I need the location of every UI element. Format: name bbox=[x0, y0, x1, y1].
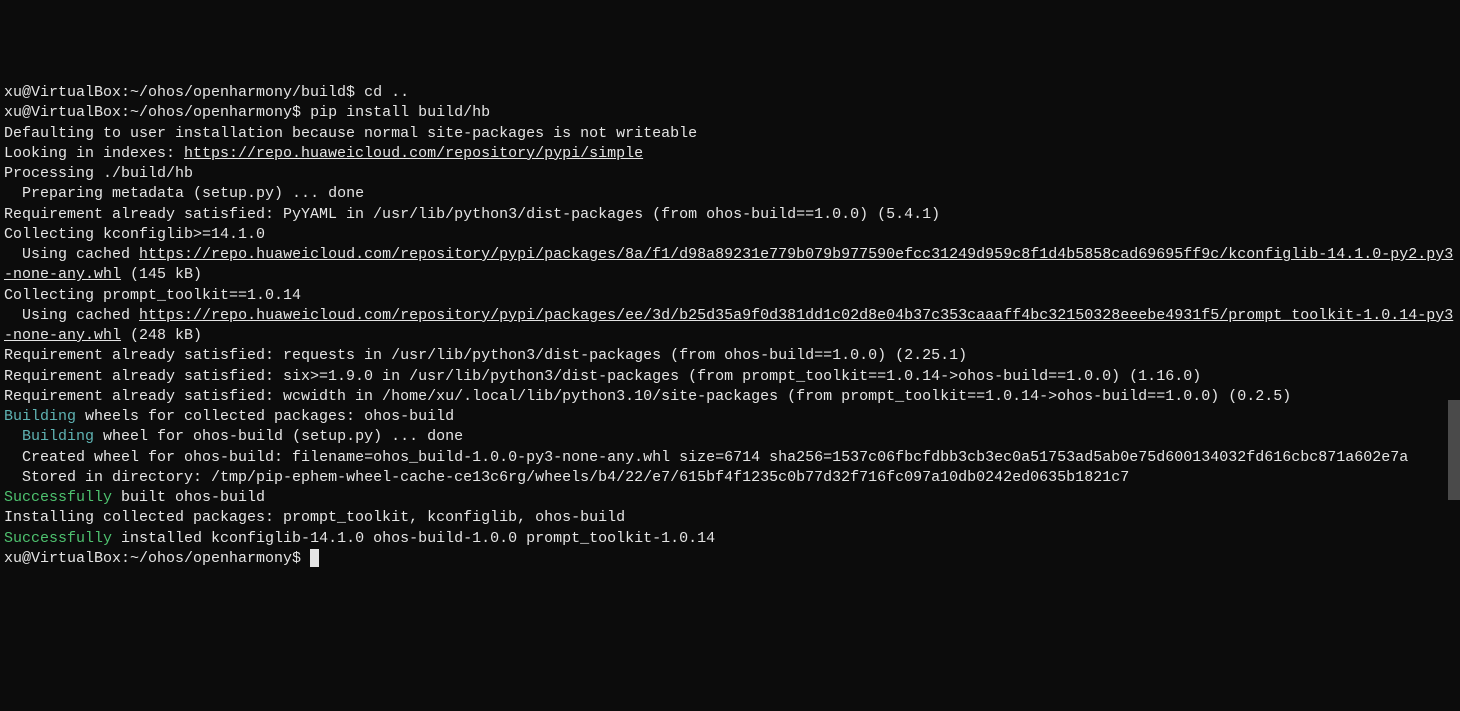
output-text: Using cached bbox=[4, 307, 139, 324]
shell-prompt: xu@VirtualBox:~/ohos/openharmony$ bbox=[4, 550, 310, 567]
terminal-line: Created wheel for ohos-build: filename=o… bbox=[4, 448, 1456, 468]
output-text: (145 kB) bbox=[121, 266, 202, 283]
shell-prompt: xu@VirtualBox:~/ohos/openharmony/build$ bbox=[4, 84, 364, 101]
output-text: installed kconfiglib-14.1.0 ohos-build-1… bbox=[112, 530, 715, 547]
terminal-line: Looking in indexes: https://repo.huaweic… bbox=[4, 144, 1456, 164]
terminal-line: Collecting kconfiglib>=14.1.0 bbox=[4, 225, 1456, 245]
output-text: (248 kB) bbox=[121, 327, 202, 344]
output-text: wheels for collected packages: ohos-buil… bbox=[76, 408, 454, 425]
terminal-line: Using cached https://repo.huaweicloud.co… bbox=[4, 306, 1456, 347]
terminal-line: Requirement already satisfied: requests … bbox=[4, 346, 1456, 366]
terminal-line: Collecting prompt_toolkit==1.0.14 bbox=[4, 286, 1456, 306]
output-text: Looking in indexes: bbox=[4, 145, 184, 162]
building-status: Building bbox=[4, 408, 76, 425]
success-status: Successfully bbox=[4, 489, 112, 506]
cursor-icon bbox=[310, 549, 319, 567]
success-status: Successfully bbox=[4, 530, 112, 547]
terminal-line: Processing ./build/hb bbox=[4, 164, 1456, 184]
terminal-line: Successfully built ohos-build bbox=[4, 488, 1456, 508]
output-text: built ohos-build bbox=[112, 489, 265, 506]
terminal-line: Building wheel for ohos-build (setup.py)… bbox=[4, 427, 1456, 447]
terminal-output[interactable]: xu@VirtualBox:~/ohos/openharmony/build$ … bbox=[4, 83, 1456, 569]
scrollbar-thumb[interactable] bbox=[1448, 400, 1460, 500]
terminal-line: Successfully installed kconfiglib-14.1.0… bbox=[4, 529, 1456, 549]
index-url-link[interactable]: https://repo.huaweicloud.com/repository/… bbox=[184, 145, 643, 162]
terminal-line: Requirement already satisfied: PyYAML in… bbox=[4, 205, 1456, 225]
package-url-link[interactable]: https://repo.huaweicloud.com/repository/… bbox=[4, 246, 1453, 283]
terminal-line: Stored in directory: /tmp/pip-ephem-whee… bbox=[4, 468, 1456, 488]
terminal-line: Requirement already satisfied: six>=1.9.… bbox=[4, 367, 1456, 387]
package-url-link[interactable]: https://repo.huaweicloud.com/repository/… bbox=[4, 307, 1453, 344]
command-text: cd .. bbox=[364, 84, 409, 101]
terminal-line: Using cached https://repo.huaweicloud.co… bbox=[4, 245, 1456, 286]
terminal-line: xu@VirtualBox:~/ohos/openharmony$ bbox=[4, 549, 1456, 569]
terminal-line: Building wheels for collected packages: … bbox=[4, 407, 1456, 427]
output-text: wheel for ohos-build (setup.py) ... done bbox=[94, 428, 463, 445]
terminal-line: Installing collected packages: prompt_to… bbox=[4, 508, 1456, 528]
terminal-line: xu@VirtualBox:~/ohos/openharmony/build$ … bbox=[4, 83, 1456, 103]
terminal-line: Defaulting to user installation because … bbox=[4, 124, 1456, 144]
terminal-line: xu@VirtualBox:~/ohos/openharmony$ pip in… bbox=[4, 103, 1456, 123]
output-text: Using cached bbox=[4, 246, 139, 263]
terminal-line: Preparing metadata (setup.py) ... done bbox=[4, 184, 1456, 204]
shell-prompt: xu@VirtualBox:~/ohos/openharmony$ bbox=[4, 104, 310, 121]
command-text: pip install build/hb bbox=[310, 104, 490, 121]
building-status: Building bbox=[4, 428, 94, 445]
terminal-line: Requirement already satisfied: wcwidth i… bbox=[4, 387, 1456, 407]
